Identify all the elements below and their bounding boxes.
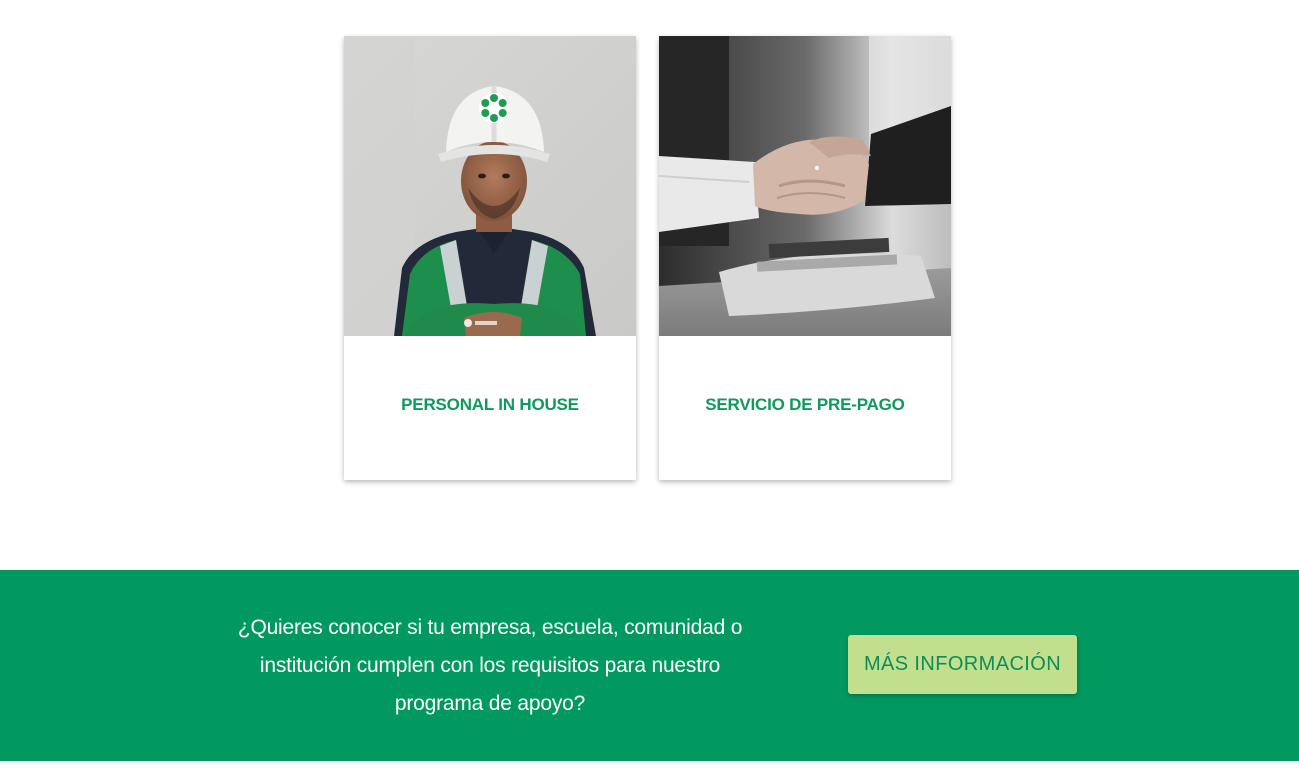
page-bottom-strip — [0, 761, 1299, 774]
card-personal-in-house[interactable]: PERSONAL IN HOUSE — [344, 36, 636, 480]
worker-with-helmet-photo — [344, 36, 636, 336]
service-cards: PERSONAL IN HOUSE SERVICIO DE PRE-PAGO — [344, 36, 951, 480]
page: PERSONAL IN HOUSE SERVICIO DE PRE-PAGO ¿… — [0, 0, 1299, 774]
handshake-photo — [659, 36, 951, 336]
cta-banner: ¿Quieres conocer si tu empresa, escuela,… — [0, 570, 1299, 761]
cta-question-text: ¿Quieres conocer si tu empresa, escuela,… — [237, 616, 743, 715]
card-servicio-pre-pago[interactable]: SERVICIO DE PRE-PAGO — [659, 36, 951, 480]
card-title: PERSONAL IN HOUSE — [401, 395, 579, 414]
mas-informacion-button[interactable]: MÁS INFORMACIÓN — [848, 635, 1077, 694]
card-title: SERVICIO DE PRE-PAGO — [705, 395, 905, 414]
